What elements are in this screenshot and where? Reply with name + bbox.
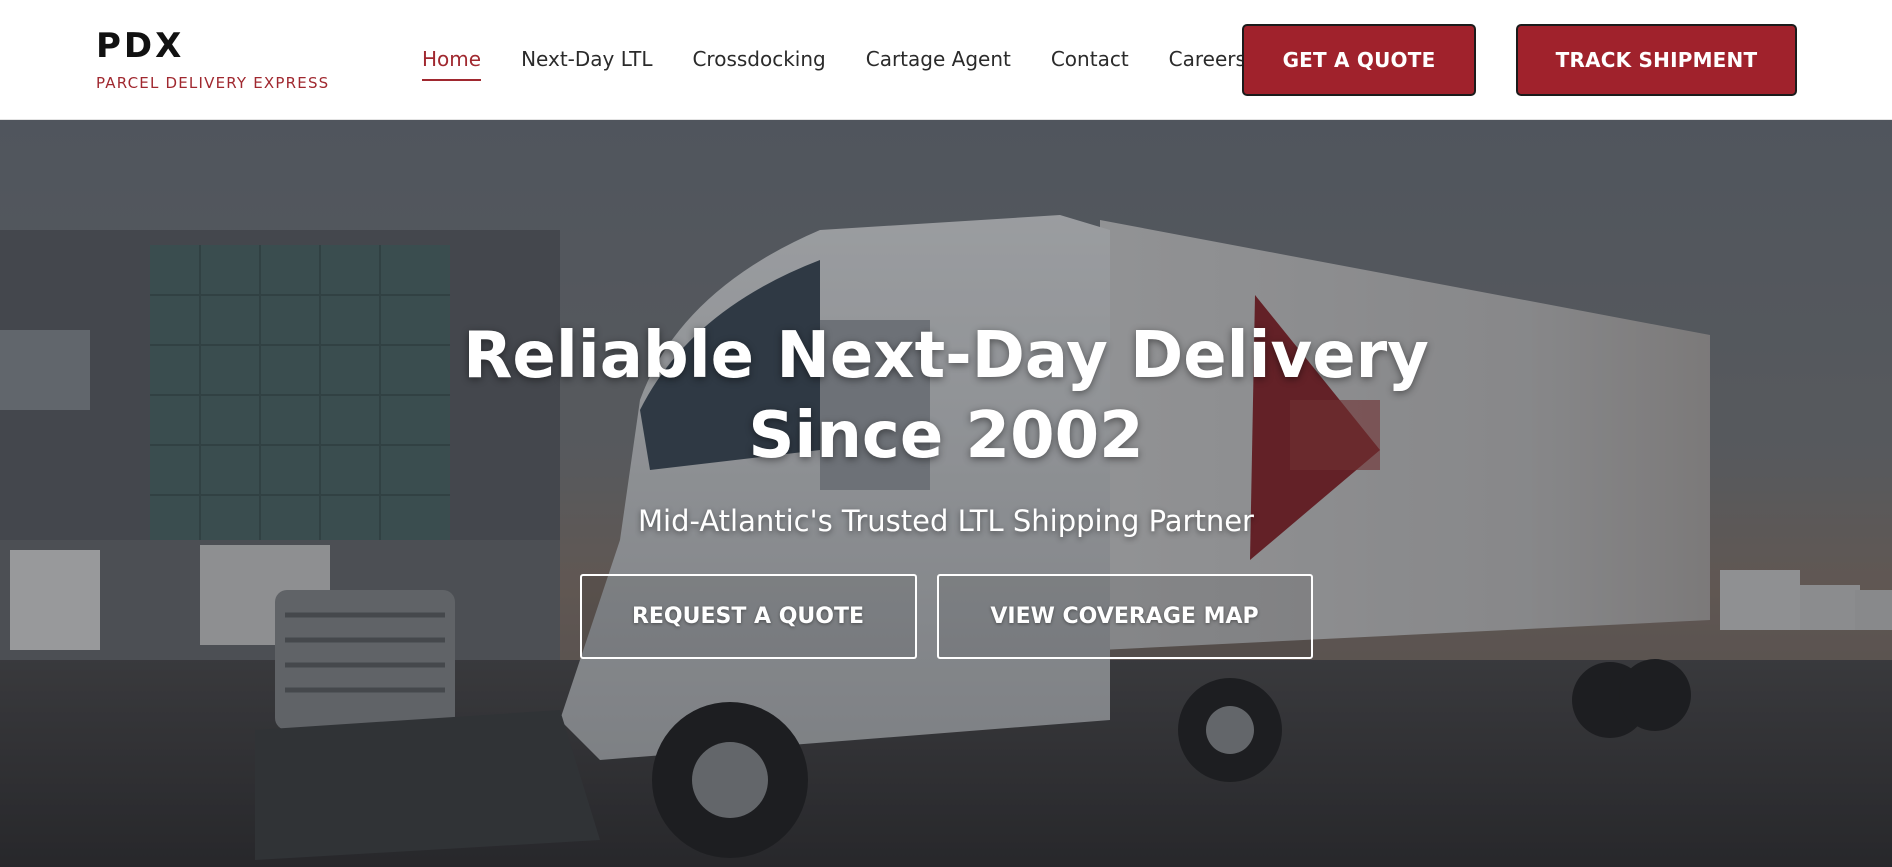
- main-nav: Home Next-Day LTL Crossdocking Cartage A…: [422, 0, 1286, 120]
- brand-logo[interactable]: PDX PARCEL DELIVERY EXPRESS: [96, 26, 329, 92]
- view-coverage-map-button[interactable]: VIEW COVERAGE MAP: [936, 574, 1313, 659]
- hero-title: Reliable Next-Day Delivery Since 2002: [463, 319, 1429, 473]
- nav-link-crossdocking[interactable]: Crossdocking: [692, 39, 825, 81]
- request-a-quote-button[interactable]: REQUEST A QUOTE: [579, 574, 917, 659]
- brand-name: PDX: [96, 26, 185, 66]
- hero-section: Reliable Next-Day Delivery Since 2002 Mi…: [0, 120, 1892, 867]
- hero-actions: REQUEST A QUOTE VIEW COVERAGE MAP: [0, 574, 1892, 659]
- site-header: PDX PARCEL DELIVERY EXPRESS Home Next-Da…: [0, 0, 1892, 120]
- nav-link-next-day-ltl[interactable]: Next-Day LTL: [521, 39, 652, 81]
- get-a-quote-button[interactable]: GET A QUOTE: [1242, 24, 1476, 96]
- brand-tagline: PARCEL DELIVERY EXPRESS: [96, 74, 330, 92]
- nav-link-home[interactable]: Home: [422, 39, 482, 81]
- hero-subtitle: Mid-Atlantic's Trusted LTL Shipping Part…: [638, 504, 1254, 538]
- nav-link-careers[interactable]: Careers: [1169, 39, 1246, 81]
- hero-content: Reliable Next-Day Delivery Since 2002 Mi…: [0, 316, 1892, 659]
- nav-link-cartage-agent[interactable]: Cartage Agent: [866, 39, 1011, 81]
- track-shipment-button[interactable]: TRACK SHIPMENT: [1516, 24, 1797, 96]
- nav-link-contact[interactable]: Contact: [1051, 39, 1129, 81]
